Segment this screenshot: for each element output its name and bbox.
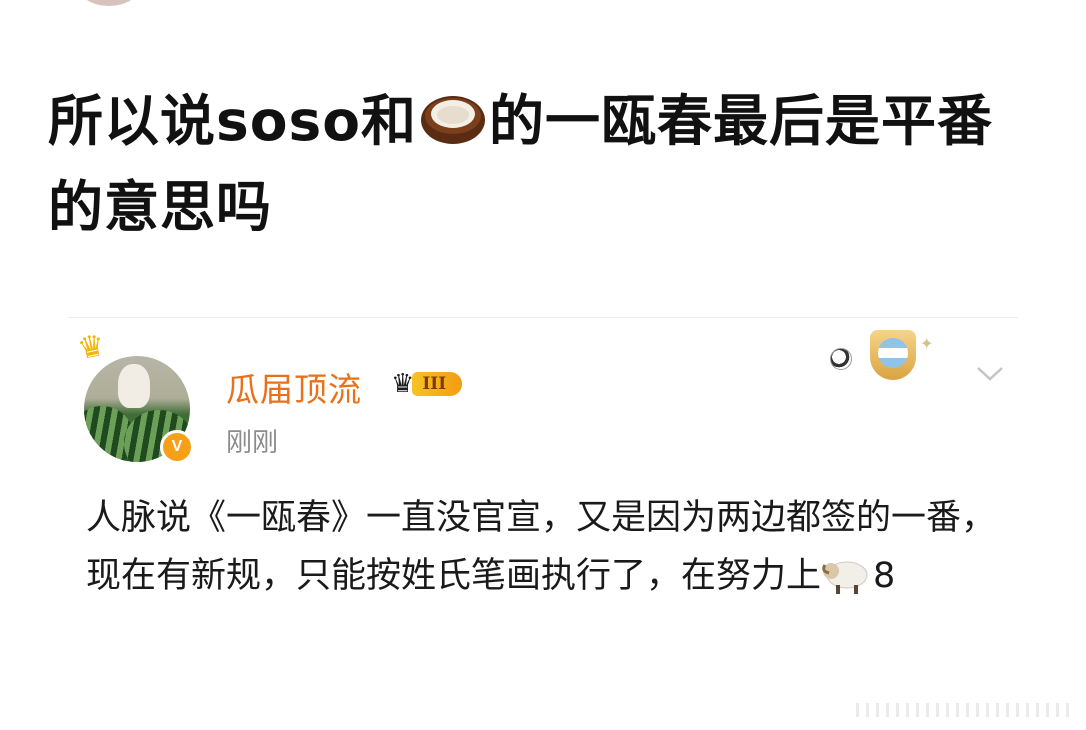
coconut-emoji: [421, 96, 486, 144]
post-title: 所以说soso和 的一瓯春最后是平番的意思吗: [48, 78, 1038, 250]
post-title-part1: 所以说soso和: [48, 89, 418, 153]
comment-timestamp: 刚刚: [226, 428, 279, 458]
sheep-emoji: [822, 561, 868, 594]
soccer-ball-icon: [830, 348, 852, 370]
comment-text: 人脉说《一瓯春》一直没官宣，又是因为两边都签的一番，现在有新规，只能按姓氏笔画执…: [86, 489, 1006, 605]
level-label: III: [412, 372, 463, 396]
watermark: [856, 703, 1076, 717]
chevron-down-icon[interactable]: [975, 364, 1005, 394]
previous-avatar[interactable]: [78, 0, 140, 6]
sparkle-icon: ✦: [920, 334, 934, 353]
divider: [68, 317, 1018, 318]
crown-icon: ♛: [74, 327, 109, 368]
decoration-badges: ✦: [830, 330, 940, 390]
argentina-shield-icon: [870, 330, 916, 380]
level-crown-icon: ♛: [391, 369, 415, 399]
member-level-badge[interactable]: ♛ III: [391, 369, 463, 399]
cat-figure: [118, 364, 150, 408]
verified-badge: V: [160, 430, 194, 464]
commenter-avatar[interactable]: ♛ V: [75, 328, 194, 464]
comment-text-part2: 8: [873, 556, 896, 596]
commenter-username[interactable]: 瓜届顶流: [226, 363, 362, 411]
